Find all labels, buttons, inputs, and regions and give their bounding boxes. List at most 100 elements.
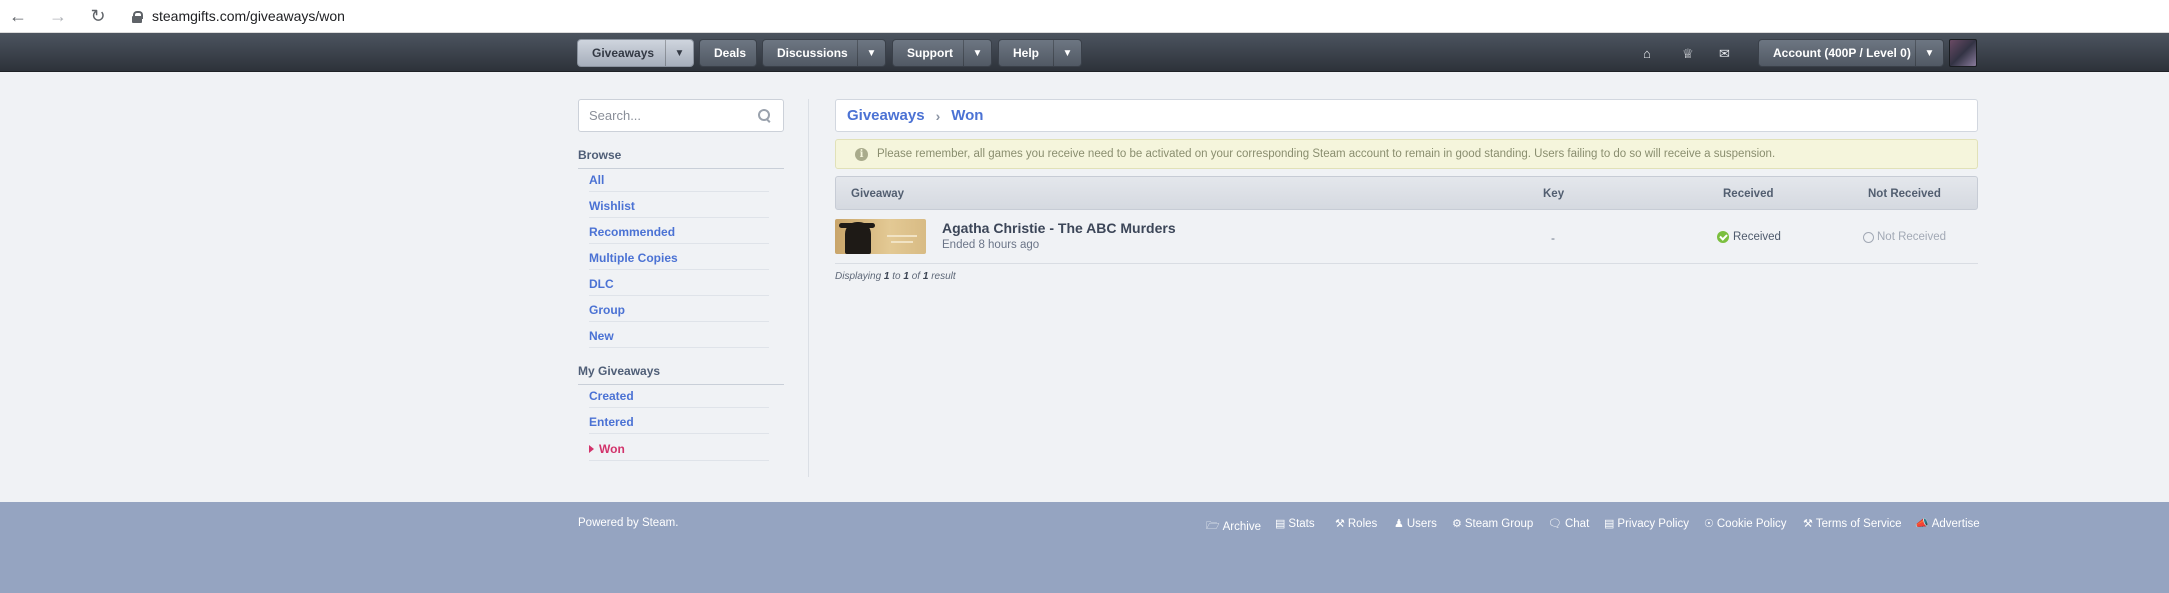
pagination-suffix: result [928,271,956,282]
footer-link-label: Roles [1347,517,1378,530]
received-label: Received [1733,231,1781,243]
footer-link-cookie-policy[interactable]: ☉ Cookie Policy [1704,517,1787,531]
chevron-down-icon[interactable]: ▼ [665,40,693,66]
footer-link-terms-of-service[interactable]: ⚒ Terms of Service [1803,517,1902,531]
nav-discussions-label: Discussions [777,46,848,60]
footer-link-label: Advertise [1931,517,1980,530]
nav-giveaways-label: Giveaways [592,46,655,60]
footer-link-advertise[interactable]: 📣 Advertise [1915,517,1980,531]
footer-link-label: Stats [1288,517,1315,530]
powered-suffix: . [675,517,679,529]
empty-circle-icon [1863,231,1874,243]
ended-time: Ended 8 hours ago [942,239,1040,251]
sidebar-item-won-label: Won [599,442,625,456]
pagination-of-word: of [908,271,923,282]
nav-help-label: Help [1013,46,1040,60]
chevron-down-icon[interactable]: ▼ [857,40,885,66]
sidebar-item-recommended[interactable]: Recommended [589,225,769,244]
search-input[interactable] [589,108,749,123]
address-bar[interactable]: steamgifts.com/giveaways/won [132,8,345,24]
footer-link-users[interactable]: ♟ Users [1394,517,1437,531]
sidebar-item-group[interactable]: Group [589,303,769,322]
account-button[interactable]: Account (400P / Level 0) ▼ [1758,39,1944,67]
search-box[interactable] [578,99,784,132]
search-icon[interactable] [758,109,772,123]
footer-link-stats[interactable]: ▤ Stats [1275,517,1315,531]
nav-discussions-button[interactable]: Discussions ▼ [762,39,886,67]
pagination-prefix: Displaying [835,271,884,282]
forward-arrow-icon[interactable]: → [48,6,68,26]
trophy-icon[interactable]: ♕ [1682,47,1694,60]
lock-icon [132,10,143,23]
site-header: Giveaways ▼ Deals Discussions ▼ Support … [0,33,2169,72]
table-row: Agatha Christie - The ABC Murders Ended … [835,214,1978,264]
sidebar-item-created[interactable]: Created [589,389,769,408]
game-title[interactable]: Agatha Christie - The ABC Murders [942,220,1176,236]
user-icon: ♟ [1394,518,1404,530]
notice-banner: i Please remember, all games you receive… [835,139,1978,169]
not-received-label: Not Received [1877,231,1947,243]
nav-help-button[interactable]: Help ▼ [998,39,1082,67]
megaphone-icon: 📣 [1915,518,1929,530]
caret-right-icon [589,445,594,453]
chevron-down-icon[interactable]: ▼ [1053,40,1081,66]
powered-prefix: Powered by [578,517,642,529]
chat-bubble-icon: 🗨 [1548,518,1562,530]
nav-support-label: Support [907,46,953,60]
avatar[interactable] [1949,39,1977,67]
footer-link-chat[interactable]: 🗨 Chat [1548,517,1589,531]
chevron-right-icon: › [935,107,941,124]
chevron-down-icon[interactable]: ▼ [963,40,991,66]
powered-by: Powered by Steam. [578,517,678,529]
sidebar-item-dlc[interactable]: DLC [589,277,769,296]
sidebar-item-won[interactable]: Won [589,442,769,461]
key-value: - [1551,231,1555,245]
nav-deals-label: Deals [714,46,747,60]
nav-support-button[interactable]: Support ▼ [892,39,992,67]
footer-link-steam-group[interactable]: ⚙ Steam Group [1452,517,1533,531]
pagination-to-word: to [889,271,904,282]
footer-link-label: Terms of Service [1815,517,1902,530]
reload-icon[interactable]: ↻ [88,6,108,26]
footer: Powered by Steam. 🗁 Archive ▤ Stats ⚒ Roles… [0,502,2169,593]
footer-link-label: Users [1406,517,1437,530]
breadcrumb-won[interactable]: Won [951,107,983,124]
not-received-option[interactable]: Not Received [1863,231,1946,243]
table-header: Giveaway Key Received Not Received [835,176,1978,210]
check-circle-icon [1717,231,1729,243]
footer-link-label: Archive [1222,520,1261,533]
steam-icon: ⚙ [1452,518,1462,530]
chevron-down-icon[interactable]: ▼ [1915,40,1943,66]
home-icon[interactable]: ⌂ [1643,47,1651,60]
received-option[interactable]: Received [1717,231,1781,243]
sidebar-item-multiple-copies[interactable]: Multiple Copies [589,251,769,270]
steam-link[interactable]: Steam [642,517,675,529]
column-giveaway: Giveaway [851,188,905,200]
envelope-icon[interactable]: ✉ [1719,47,1730,60]
info-icon: i [855,147,868,161]
browser-toolbar: ← → ↻ steamgifts.com/giveaways/won [0,0,2169,33]
footer-link-label: Cookie Policy [1716,517,1787,530]
column-not-received: Not Received [1868,188,1941,200]
sidebar-item-new[interactable]: New [589,329,769,348]
footer-link-roles[interactable]: ⚒ Roles [1335,517,1378,531]
sidebar-item-entered[interactable]: Entered [589,415,769,434]
nav-giveaways-button[interactable]: Giveaways ▼ [577,39,694,67]
footer-link-archive[interactable]: 🗁 Archive [1206,517,1261,536]
my-giveaways-heading: My Giveaways [578,364,784,385]
nav-deals-button[interactable]: Deals [699,39,757,67]
pagination-info: Displaying 1 to 1 of 1 result [835,271,956,282]
folder-icon: 🗁 [1206,520,1220,532]
game-thumbnail[interactable] [835,219,926,254]
url-text[interactable]: steamgifts.com/giveaways/won [152,8,345,24]
gavel-icon: ⚒ [1803,518,1813,530]
account-label: Account (400P / Level 0) [1773,46,1911,60]
breadcrumb: Giveaways › Won [835,99,1978,132]
back-arrow-icon[interactable]: ← [8,6,28,26]
breadcrumb-giveaways[interactable]: Giveaways [847,107,925,124]
footer-link-label: Privacy Policy [1617,517,1689,530]
sidebar-item-wishlist[interactable]: Wishlist [589,199,769,218]
column-received: Received [1723,188,1774,200]
sidebar-item-all[interactable]: All [589,173,769,192]
footer-link-privacy-policy[interactable]: ▤ Privacy Policy [1604,517,1689,531]
